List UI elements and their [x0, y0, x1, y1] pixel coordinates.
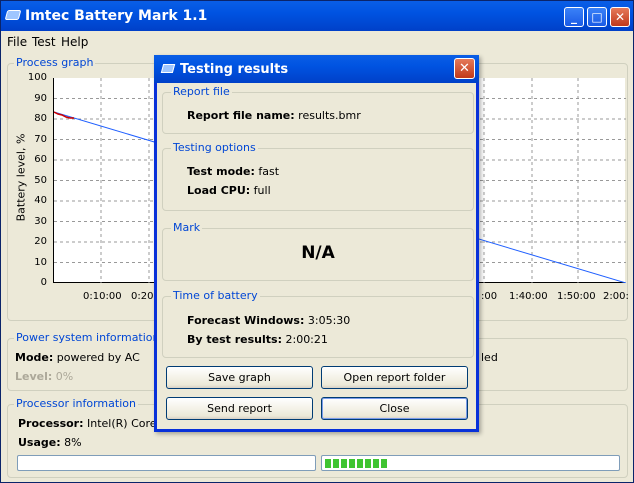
x-tick: 0:10:00 — [83, 291, 122, 302]
x-tick: :00 — [481, 291, 498, 302]
test-mode-value: fast — [258, 165, 280, 178]
power-mode: Mode: powered by AC — [15, 351, 140, 364]
activity-chunk — [381, 459, 387, 468]
mark-value: N/A — [301, 243, 335, 263]
power-level: Level: 0% — [15, 370, 73, 383]
close-button[interactable]: ✕ — [610, 7, 630, 27]
report-file-name-value: results.bmr — [298, 109, 361, 122]
y-tick: 30 — [34, 215, 47, 227]
test-mode-label: Test mode: — [187, 165, 255, 178]
activity-chunk — [341, 459, 347, 468]
processor-usage: Usage: 8% — [18, 436, 82, 449]
time-of-battery-label: Time of battery — [171, 289, 260, 302]
mark-group: Mark N/A — [162, 221, 474, 281]
menu-file[interactable]: File — [7, 35, 27, 49]
test-result-label: By test results: — [187, 333, 282, 346]
processor-group-label: Processor information — [14, 397, 138, 410]
usage-value: 8% — [64, 436, 82, 449]
forecast-row: Forecast Windows: 3:05:30 — [187, 314, 350, 327]
mark-label: Mark — [171, 221, 203, 234]
testing-results-dialog: Testing results ✕ Report file Report fil… — [154, 55, 479, 432]
report-file-label: Report file — [171, 85, 232, 98]
testing-options-group: Testing options Test mode: fast Load CPU… — [162, 141, 474, 211]
activity-chunk — [325, 459, 331, 468]
y-tick: 0 — [40, 277, 47, 288]
activity-chunk — [333, 459, 339, 468]
forecast-value: 3:05:30 — [307, 314, 351, 327]
usage-label: Usage: — [18, 436, 61, 449]
report-file-row: Report file name: results.bmr — [187, 109, 361, 122]
test-mode-row: Test mode: fast — [187, 165, 279, 178]
power-right-fragment: led — [481, 351, 498, 364]
battery-app-icon — [160, 64, 176, 73]
y-tick: 60 — [34, 154, 47, 165]
activity-chunk — [357, 459, 363, 468]
maximize-button[interactable]: □ — [587, 7, 607, 27]
power-group-label: Power system information — [14, 331, 162, 344]
power-level-value: 0% — [55, 370, 74, 383]
menu-test[interactable]: Test — [32, 35, 56, 49]
test-result-value: 2:00:21 — [285, 333, 328, 346]
activity-chunk — [349, 459, 355, 468]
load-cpu-value: full — [253, 184, 271, 197]
battery-app-icon — [4, 10, 22, 20]
y-tick: 100 — [27, 72, 47, 83]
load-cpu-row: Load CPU: full — [187, 184, 271, 197]
dialog-title-bar[interactable]: Testing results ✕ — [154, 55, 479, 83]
y-tick: 50 — [34, 174, 47, 186]
x-tick: 1:50:00 — [557, 291, 596, 302]
report-file-name-label: Report file name: — [187, 109, 295, 122]
forecast-label: Forecast Windows: — [187, 314, 305, 327]
x-tick: 2:00: — [603, 291, 629, 302]
power-level-label: Level: — [15, 370, 53, 383]
y-tick: 70 — [34, 133, 47, 145]
usage-progress-bar — [17, 455, 316, 471]
dialog-close-icon[interactable]: ✕ — [454, 58, 475, 79]
processor-label: Processor: — [18, 417, 84, 430]
power-mode-value: powered by AC — [56, 351, 140, 364]
x-tick: 1:40:00 — [509, 291, 548, 302]
activity-chunk — [373, 459, 379, 468]
activity-progress-bar — [321, 455, 620, 471]
activity-chunk — [365, 459, 371, 468]
load-cpu-label: Load CPU: — [187, 184, 251, 197]
x-tick: 0:20: — [131, 291, 157, 302]
menu-help[interactable]: Help — [61, 35, 88, 49]
save-graph-button[interactable]: Save graph — [166, 366, 313, 389]
menu-bar: File Test Help — [1, 32, 633, 52]
y-tick: 80 — [34, 113, 47, 124]
test-result-row: By test results: 2:00:21 — [187, 333, 328, 346]
power-mode-label: Mode: — [15, 351, 54, 364]
process-graph-label: Process graph — [14, 56, 96, 69]
dialog-title: Testing results — [180, 62, 289, 77]
time-of-battery-group: Time of battery Forecast Windows: 3:05:3… — [162, 289, 474, 358]
y-tick: 90 — [34, 92, 47, 104]
send-report-button[interactable]: Send report — [166, 397, 313, 420]
y-tick: 20 — [34, 236, 47, 247]
testing-options-label: Testing options — [171, 141, 258, 154]
y-tick: 10 — [34, 256, 47, 268]
title-bar[interactable]: Imtec Battery Mark 1.1 _ □ ✕ — [1, 1, 633, 31]
processor-name: Processor: Intel(R) Core(T — [18, 417, 168, 430]
close-dialog-button[interactable]: Close — [321, 397, 468, 420]
window-title: Imtec Battery Mark 1.1 — [25, 8, 208, 24]
y-tick: 40 — [34, 195, 47, 206]
report-file-group: Report file Report file name: results.bm… — [162, 85, 474, 134]
open-report-folder-button[interactable]: Open report folder — [321, 366, 468, 389]
minimize-button[interactable]: _ — [564, 7, 584, 27]
